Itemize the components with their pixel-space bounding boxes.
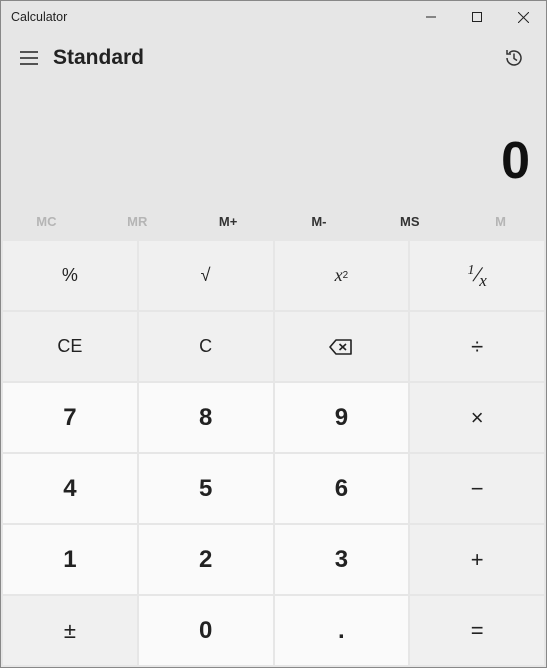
key-7[interactable]: 7: [3, 383, 137, 452]
key-clear[interactable]: C: [139, 312, 273, 381]
key-divide[interactable]: ÷: [410, 312, 544, 381]
key-4[interactable]: 4: [3, 454, 137, 523]
mode-title: Standard: [53, 46, 144, 70]
memory-recall[interactable]: MR: [92, 214, 183, 229]
history-icon: [504, 48, 524, 68]
key-6[interactable]: 6: [275, 454, 409, 523]
key-0[interactable]: 0: [139, 596, 273, 665]
display-value: 0: [501, 131, 530, 191]
reciprocal-icon: 1/x: [466, 262, 489, 289]
key-reciprocal[interactable]: 1/x: [410, 241, 544, 310]
history-button[interactable]: [494, 38, 534, 78]
calculator-window: Calculator Standard 0: [0, 0, 547, 668]
key-8[interactable]: 8: [139, 383, 273, 452]
square-exp: 2: [343, 270, 349, 281]
close-icon: [518, 12, 529, 23]
header: Standard: [1, 33, 546, 83]
maximize-button[interactable]: [454, 1, 500, 33]
key-2[interactable]: 2: [139, 525, 273, 594]
minimize-icon: [426, 12, 436, 22]
key-clear-entry[interactable]: CE: [3, 312, 137, 381]
memory-row: MC MR M+ M- MS M: [1, 203, 546, 239]
key-square[interactable]: x2: [275, 241, 409, 310]
hamburger-icon: [20, 51, 38, 65]
memory-list[interactable]: M: [455, 214, 546, 229]
memory-add[interactable]: M+: [183, 214, 274, 229]
memory-store[interactable]: MS: [364, 214, 455, 229]
key-plus[interactable]: +: [410, 525, 544, 594]
menu-button[interactable]: [9, 38, 49, 78]
key-backspace[interactable]: [275, 312, 409, 381]
key-sqrt[interactable]: √: [139, 241, 273, 310]
key-decimal[interactable]: .: [275, 596, 409, 665]
key-9[interactable]: 9: [275, 383, 409, 452]
key-5[interactable]: 5: [139, 454, 273, 523]
key-minus[interactable]: −: [410, 454, 544, 523]
key-sign[interactable]: ±: [3, 596, 137, 665]
key-equals[interactable]: =: [410, 596, 544, 665]
close-button[interactable]: [500, 1, 546, 33]
memory-clear[interactable]: MC: [1, 214, 92, 229]
key-multiply[interactable]: ×: [410, 383, 544, 452]
square-base: x: [335, 265, 343, 286]
key-1[interactable]: 1: [3, 525, 137, 594]
window-title: Calculator: [11, 10, 67, 24]
key-percent[interactable]: %: [3, 241, 137, 310]
key-3[interactable]: 3: [275, 525, 409, 594]
display: 0: [1, 83, 546, 203]
backspace-icon: [329, 339, 353, 355]
memory-subtract[interactable]: M-: [274, 214, 365, 229]
keypad: % √ x2 1/x CE C ÷ 7 8 9 × 4 5 6 −: [1, 239, 546, 667]
minimize-button[interactable]: [408, 1, 454, 33]
titlebar: Calculator: [1, 1, 546, 33]
maximize-icon: [472, 12, 482, 22]
